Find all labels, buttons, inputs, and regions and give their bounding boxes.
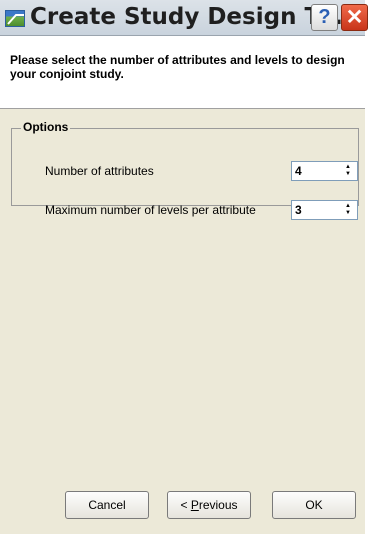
previous-mnemonic: P	[190, 498, 199, 512]
levels-spinner[interactable]: 3 ▲ ▼	[291, 200, 358, 220]
dialog-window: Create Study Design T... ? ✕ Please sele…	[0, 0, 368, 534]
ok-button[interactable]: OK	[272, 491, 356, 519]
instruction-text: Please select the number of attributes a…	[10, 53, 345, 81]
attributes-spinner[interactable]: 4 ▲ ▼	[291, 161, 358, 181]
spin-up-icon[interactable]: ▲	[341, 203, 355, 210]
title-bar[interactable]: Create Study Design T... ? ✕	[0, 0, 368, 36]
header-panel: Please select the number of attributes a…	[0, 36, 365, 109]
spin-up-icon[interactable]: ▲	[341, 164, 355, 171]
help-button[interactable]: ?	[311, 4, 338, 31]
window-title: Create Study Design T...	[30, 4, 343, 30]
options-group-label: Options	[21, 120, 71, 134]
spin-down-icon[interactable]: ▼	[341, 171, 355, 178]
spin-down-icon[interactable]: ▼	[341, 210, 355, 217]
attributes-label: Number of attributes	[45, 164, 154, 178]
levels-value[interactable]: 3	[295, 203, 302, 217]
attributes-spin-buttons[interactable]: ▲ ▼	[341, 164, 355, 178]
previous-rest: revious	[198, 498, 238, 512]
levels-label: Maximum number of levels per attribute	[45, 203, 256, 217]
attributes-value[interactable]: 4	[295, 164, 302, 178]
cancel-button[interactable]: Cancel	[65, 491, 149, 519]
previous-button[interactable]: < Previous	[167, 491, 251, 519]
app-icon	[5, 10, 25, 27]
previous-prefix: <	[180, 498, 191, 512]
levels-spin-buttons[interactable]: ▲ ▼	[341, 203, 355, 217]
close-button[interactable]: ✕	[341, 4, 368, 31]
